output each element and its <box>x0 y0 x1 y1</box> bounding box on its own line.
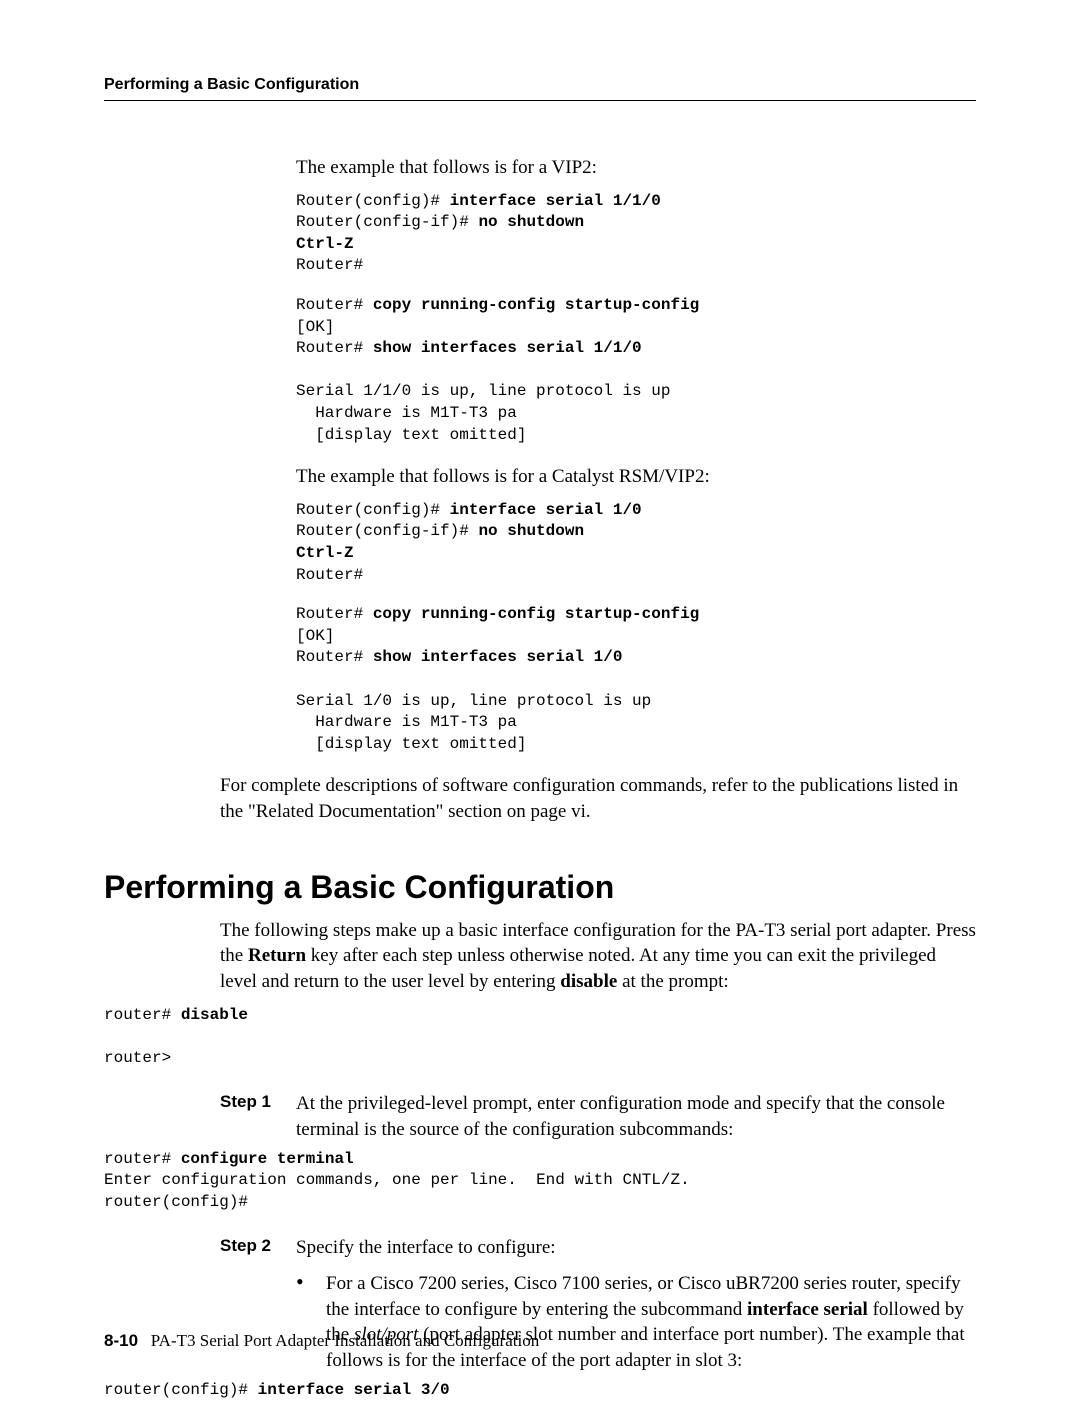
step-1: Step 1 At the privileged-level prompt, e… <box>220 1091 976 1142</box>
example2-code-block1: Router(config)# interface serial 1/0 Rou… <box>296 500 976 586</box>
step-2-bullet-1: • For a Cisco 7200 series, Cisco 7100 se… <box>296 1271 976 1374</box>
step-2-bullet-1-code: router(config)# interface serial 3/0 <box>104 1380 976 1401</box>
step-2-bullet-1-text: For a Cisco 7200 series, Cisco 7100 seri… <box>326 1271 976 1374</box>
step-1-label: Step 1 <box>220 1091 296 1142</box>
footer-title: PA-T3 Serial Port Adapter Installation a… <box>151 1331 539 1350</box>
disable-code: router# disable router> <box>104 1005 976 1070</box>
running-header: Performing a Basic Configuration <box>104 76 976 101</box>
page-footer: 8-10 PA-T3 Serial Port Adapter Installat… <box>104 1331 539 1351</box>
closing-paragraph: For complete descriptions of software co… <box>220 773 976 824</box>
example1-intro: The example that follows is for a VIP2: <box>296 155 976 181</box>
step-1-text: At the privileged-level prompt, enter co… <box>296 1091 976 1142</box>
step-1-code: router# configure terminal Enter configu… <box>104 1149 976 1214</box>
example2-code-block2: Router# copy running-config startup-conf… <box>296 604 976 755</box>
example-catalyst: The example that follows is for a Cataly… <box>296 464 976 755</box>
page: Performing a Basic Configuration The exa… <box>0 0 1080 1397</box>
step-2-text: Specify the interface to configure: <box>296 1235 976 1261</box>
example-vip2: The example that follows is for a VIP2: … <box>296 155 976 446</box>
step-2: Step 2 Specify the interface to configur… <box>220 1235 976 1261</box>
step-2-label: Step 2 <box>220 1235 296 1261</box>
example2-intro: The example that follows is for a Cataly… <box>296 464 976 490</box>
example1-code-block1: Router(config)# interface serial 1/1/0 R… <box>296 191 976 277</box>
bullet-icon: • <box>296 1271 326 1374</box>
section-title: Performing a Basic Configuration <box>104 869 976 906</box>
section-intro: The following steps make up a basic inte… <box>220 918 976 995</box>
example1-code-block2: Router# copy running-config startup-conf… <box>296 295 976 446</box>
page-number: 8-10 <box>104 1331 138 1350</box>
